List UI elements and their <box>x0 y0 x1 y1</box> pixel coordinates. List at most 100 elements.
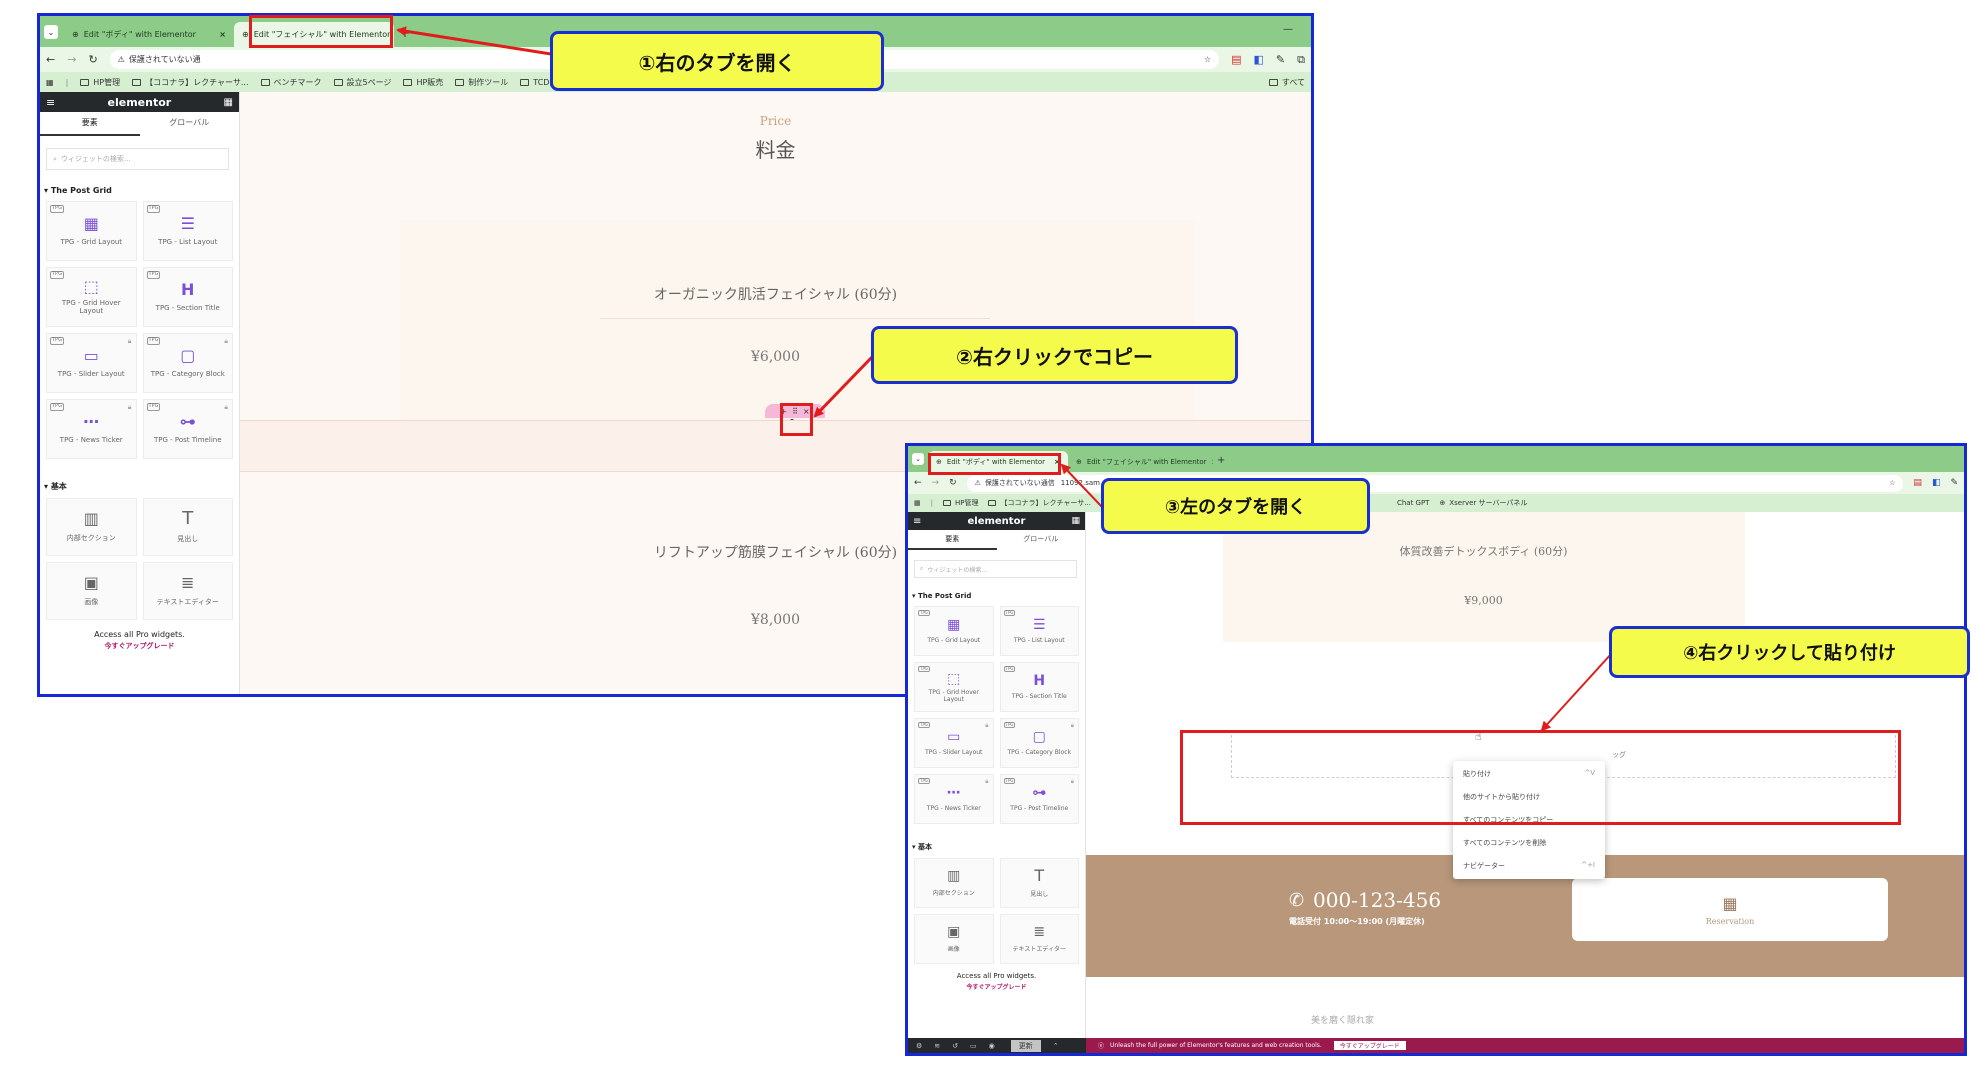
item-name: オーガニック肌活フェイシャル (60分) <box>653 287 898 303</box>
widget-label: TPG - Slider Layout <box>57 370 125 378</box>
widget-image[interactable]: ▣ 画像 <box>914 914 994 964</box>
widget-tpg-grid-layout[interactable]: TPG ▦ TPG - Grid Layout <box>46 201 137 261</box>
reservation-button[interactable]: ▦ Reservation <box>1572 878 1888 941</box>
responsive-icon[interactable]: ▭ <box>970 1042 977 1050</box>
tab-close-icon[interactable]: × <box>219 30 226 39</box>
access-pro-text: Access all Pro widgets. <box>94 630 185 639</box>
category-label: The Post Grid <box>917 592 972 600</box>
extensions-icon[interactable]: ⧉ <box>1297 53 1305 67</box>
lock-icon: 🔒︎ <box>985 778 989 785</box>
bookmark-folder[interactable]: HP管理 <box>942 498 978 508</box>
settings-icon[interactable]: ⚙ <box>916 1042 922 1050</box>
bookmark-folder[interactable]: HP管理 <box>80 77 120 88</box>
category-basic[interactable]: ▾ 基本 <box>912 842 1085 852</box>
reload-icon[interactable]: ↻ <box>88 53 97 66</box>
update-button[interactable]: 更新 <box>1010 1039 1041 1052</box>
hamburger-icon[interactable]: ≡ <box>913 516 921 527</box>
tpg-widget-grid: TPG ▦ TPG - Grid Layout TPG ☰ TPG - List Lay… <box>908 606 1085 824</box>
widget-search-input[interactable]: ⌕ ウィジェットの検索... <box>914 560 1077 578</box>
extension-red-icon[interactable]: ▤ <box>1231 53 1241 66</box>
extension-blue-icon[interactable]: ◧ <box>1932 478 1941 488</box>
widget-inner-section[interactable]: ▥ 内部セクション <box>46 498 137 556</box>
widget-text-editor[interactable]: ≣ テキストエディター <box>142 562 233 620</box>
bookmark-all[interactable]: すべて <box>1268 77 1305 88</box>
widget-tpg-list-layout[interactable]: TPG ☰ TPG - List Layout <box>999 606 1079 656</box>
chevron-up-icon[interactable]: ⌃ <box>1053 1042 1059 1050</box>
bookmark-folder[interactable]: 制作ツール <box>455 77 508 88</box>
widget-tpg-list-layout[interactable]: TPG ☰ TPG - List Layout <box>142 201 233 261</box>
back-icon[interactable]: ← <box>46 53 55 66</box>
pen-icon[interactable]: ✎ <box>1950 478 1958 488</box>
new-tab-button[interactable]: + <box>1217 455 1225 466</box>
tab-body[interactable]: ⊕ Edit "ボディ" with Elementor × <box>64 22 234 47</box>
pen-icon[interactable]: ✎ <box>1276 53 1285 66</box>
tab-list-chevron-icon[interactable]: ⌄ <box>912 453 924 465</box>
new-tab-button[interactable]: + <box>400 26 410 40</box>
widget-heading[interactable]: T 見出し <box>142 498 233 556</box>
bookmark-chatgpt[interactable]: Chat GPT <box>1397 499 1430 507</box>
widget-text-editor[interactable]: ≣ テキストエディター <box>999 914 1079 964</box>
widget-image[interactable]: ▣ 画像 <box>46 562 137 620</box>
widget-search-input[interactable]: ⌕ ウィジェットの検索... <box>46 148 229 170</box>
widget-tpg-section-title[interactable]: TPG H TPG - Section Title <box>142 267 233 327</box>
category-the-post-grid[interactable]: ▾ The Post Grid <box>44 186 239 195</box>
bookmark-folder[interactable]: ベンチマーク <box>260 77 322 88</box>
category-basic[interactable]: ▾ 基本 <box>44 481 239 492</box>
star-icon[interactable]: ☆ <box>1204 55 1211 64</box>
elementor-badge-icon: ⓔ <box>1098 1043 1105 1050</box>
widget-tpg-news-ticker[interactable]: TPG 🔒︎ ⋯ TPG - News Ticker <box>46 399 137 459</box>
tab-close-icon[interactable]: × <box>1212 458 1213 466</box>
widget-tpg-slider-layout[interactable]: TPG 🔒︎ ▭ TPG - Slider Layout <box>914 718 994 768</box>
widget-tpg-post-timeline[interactable]: TPG 🔒︎ ⊶ TPG - Post Timeline <box>999 774 1079 824</box>
extension-red-icon[interactable]: ▤ <box>1913 478 1922 488</box>
bookmark-folder[interactable]: 【ココナラ】レクチャーサ... <box>132 77 249 88</box>
menu-item-delete-all[interactable]: すべてのコンテンツを削除 <box>1453 838 1605 861</box>
bookmark-xserver[interactable]: ⊕ Xserver サーバーパネル <box>1439 498 1527 508</box>
widget-tpg-category-block[interactable]: TPG 🔒︎ ▢ TPG - Category Block <box>142 333 233 393</box>
widgets-grid-icon[interactable]: ▦ <box>1071 516 1080 526</box>
phone-number[interactable]: 000-123-456 <box>1313 888 1441 912</box>
tab-list-chevron-icon[interactable]: ⌄ <box>44 25 58 39</box>
bookmark-folder[interactable]: 設立5ページ <box>333 77 391 88</box>
widget-tpg-post-timeline[interactable]: TPG 🔒︎ ⊶ TPG - Post Timeline <box>142 399 233 459</box>
category-label: The Post Grid <box>50 186 112 195</box>
widget-tpg-category-block[interactable]: TPG 🔒︎ ▢ TPG - Category Block <box>999 718 1079 768</box>
forward-icon[interactable]: → <box>932 478 940 488</box>
forward-icon[interactable]: → <box>67 53 76 66</box>
upgrade-link[interactable]: 今すぐアップグレード <box>40 641 239 651</box>
tab-facial[interactable]: ⊕ Edit "フェイシャル" with Elementor × <box>1068 451 1213 472</box>
upgrade-link[interactable]: 今すぐアップグレード <box>908 982 1085 991</box>
minimize-icon[interactable]: — <box>1283 24 1293 35</box>
notice-text: Unleash the full power of Elementor's fe… <box>1110 1042 1322 1049</box>
extension-blue-icon[interactable]: ◧ <box>1254 53 1264 66</box>
apps-icon[interactable]: ▦ <box>914 499 921 507</box>
widget-tpg-grid-hover-layout[interactable]: TPG ⬚ TPG - Grid Hover Layout <box>914 662 994 712</box>
text-editor-icon: ≣ <box>181 573 195 592</box>
menu-label: ナビゲーター <box>1463 862 1505 870</box>
tab-global[interactable]: グローバル <box>997 530 1086 550</box>
widget-tpg-slider-layout[interactable]: TPG 🔒︎ ▭ TPG - Slider Layout <box>46 333 137 393</box>
back-icon[interactable]: ← <box>914 478 922 488</box>
widget-tpg-news-ticker[interactable]: TPG 🔒︎ ⋯ TPG - News Ticker <box>914 774 994 824</box>
notice-upgrade-button[interactable]: 今すぐアップグレード <box>1333 1041 1406 1050</box>
star-icon[interactable]: ☆ <box>1889 479 1895 487</box>
bookmark-folder[interactable]: 【ココナラ】レクチャーサ... <box>988 498 1091 508</box>
layers-icon[interactable]: ≋ <box>934 1042 940 1050</box>
preview-icon[interactable]: ◉ <box>989 1042 995 1050</box>
hamburger-icon[interactable]: ≡ <box>46 96 55 109</box>
widget-inner-section[interactable]: ▥ 内部セクション <box>914 858 994 908</box>
bookmark-folder[interactable]: HP販売 <box>403 77 443 88</box>
apps-icon[interactable]: ▦ <box>46 78 54 87</box>
tab-elements[interactable]: 要素 <box>40 112 140 136</box>
widget-heading[interactable]: T 見出し <box>999 858 1079 908</box>
widgets-grid-icon[interactable]: ▦ <box>224 97 233 108</box>
category-the-post-grid[interactable]: ▾ The Post Grid <box>912 592 1085 600</box>
tab-global[interactable]: グローバル <box>140 112 240 136</box>
widget-tpg-section-title[interactable]: TPG H TPG - Section Title <box>999 662 1079 712</box>
history-icon[interactable]: ↺ <box>952 1042 958 1050</box>
reload-icon[interactable]: ↻ <box>949 478 957 488</box>
widget-tpg-grid-layout[interactable]: TPG ▦ TPG - Grid Layout <box>914 606 994 656</box>
widget-tpg-grid-hover-layout[interactable]: TPG ⬚ TPG - Grid Hover Layout <box>46 267 137 327</box>
tab-elements[interactable]: 要素 <box>908 530 997 550</box>
menu-item-navigator[interactable]: ナビゲーター ^+I <box>1453 861 1605 884</box>
